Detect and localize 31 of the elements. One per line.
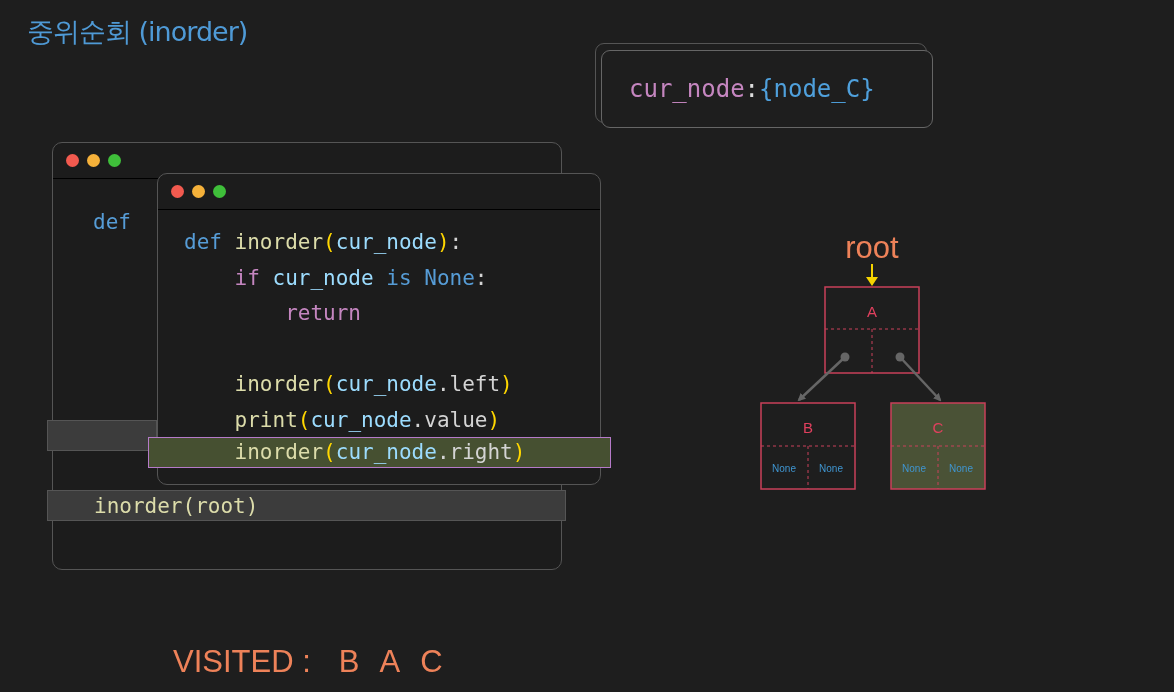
code-line: print(cur_node.value) [233,406,502,434]
pointer-value: None [819,463,843,474]
node-label: B [803,419,813,436]
root-arrow [866,263,878,286]
code-line: if cur_node is None: [233,264,489,292]
variable-value: {node_C} [759,75,875,103]
node-label: A [867,303,877,320]
pointer-value: None [902,463,926,474]
zoom-dot-icon [108,154,121,167]
visited-node-label: A [379,644,401,680]
visited-node-label: B [338,644,360,680]
visited-label: VISITED : [173,644,311,680]
close-dot-icon [66,154,79,167]
minimize-dot-icon [87,154,100,167]
pointer-value: None [949,463,973,474]
root-label: root [845,230,899,265]
zoom-dot-icon [213,185,226,198]
visited-node-label: C [420,644,443,680]
slide-title: 중위순회 (inorder) [27,15,248,49]
code-line: return [284,300,362,327]
pointer-arrow [895,352,942,402]
variable-separator: : [744,75,760,103]
code-line: def inorder(cur_node): [184,229,464,256]
close-dot-icon [171,185,184,198]
pointer-value: None [772,463,796,474]
node-label: C [932,419,944,436]
variable-name: cur_node [629,75,745,103]
minimize-dot-icon [192,185,205,198]
pointer-arrow [797,352,850,402]
code-line: def [92,208,132,236]
code-line: inorder(cur_node.left) [233,371,514,398]
